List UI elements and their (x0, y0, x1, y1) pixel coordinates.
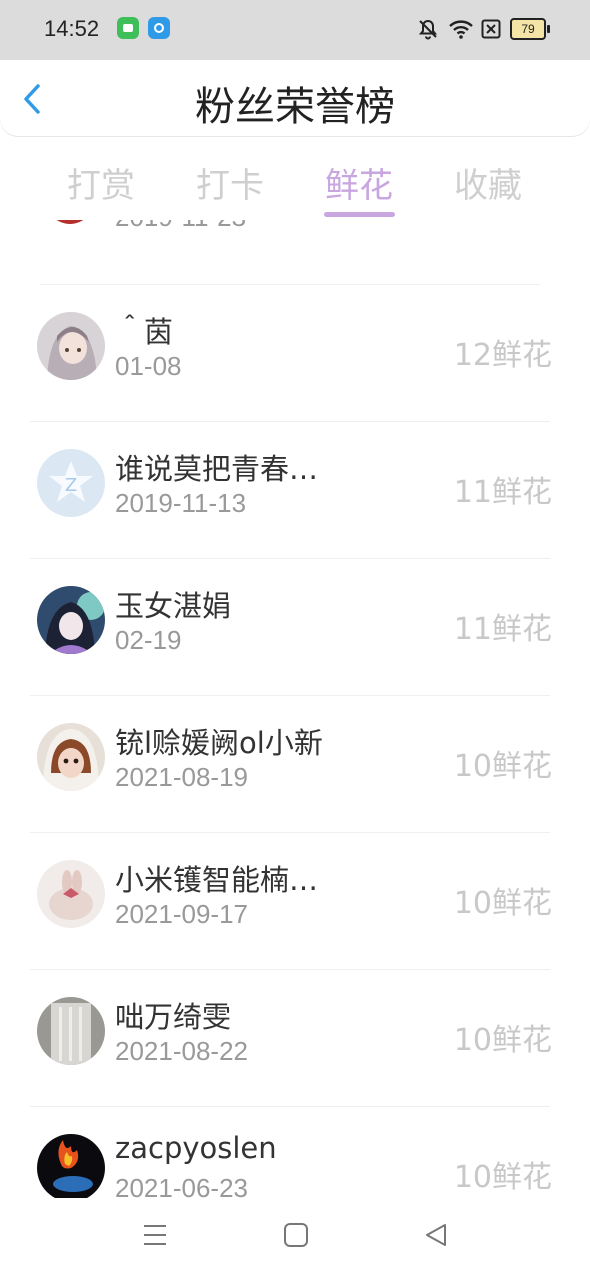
avatar: Z (37, 449, 105, 517)
list-item[interactable]: 2019-11-23 (0, 220, 590, 242)
battery-icon: 79 (510, 18, 550, 40)
home-icon[interactable] (283, 1222, 309, 1248)
status-time: 14:52 (44, 16, 100, 41)
list-item[interactable]: 咄万绮雯 2021-08-22 10鲜花 (0, 970, 590, 1107)
fan-date: 01-08 (115, 351, 182, 381)
tab-tips[interactable]: 打赏 (51, 158, 151, 207)
avatar (37, 312, 105, 380)
avatar (37, 1134, 105, 1198)
browser-app-icon (148, 17, 170, 39)
mute-bell-icon (418, 19, 438, 40)
tab-checkin[interactable]: 打卡 (180, 158, 280, 207)
fan-name: 谁说莫把青春… (115, 452, 319, 486)
page-header: 粉丝荣誉榜 (0, 60, 590, 136)
fan-name: ＾茵 (115, 315, 174, 349)
flower-count: 11鲜花 (453, 612, 552, 647)
list-item[interactable]: 玉女湛娟 02-19 11鲜花 (0, 559, 590, 696)
fan-date: 2019-11-23 (115, 220, 246, 233)
flower-count: 10鲜花 (453, 886, 552, 921)
avatar (37, 860, 105, 928)
flower-count: 10鲜花 (453, 1160, 552, 1195)
list-item[interactable]: 小米镬智能楠… 2021-09-17 10鲜花 (0, 833, 590, 970)
menu-icon[interactable] (142, 1222, 168, 1248)
list-item[interactable]: Z 谁说莫把青春… 2019-11-13 11鲜花 (0, 422, 590, 559)
fan-date: 2021-09-17 (115, 899, 248, 929)
list-item[interactable]: ＾茵 01-08 12鲜花 (0, 285, 590, 422)
fan-date: 2021-06-23 (115, 1173, 248, 1198)
fan-date: 2021-08-19 (115, 762, 248, 792)
fan-name: 咄万绮雯 (115, 1000, 232, 1034)
page-title: 粉丝荣誉榜 (195, 84, 395, 130)
fan-name: 玉女湛娟 (115, 589, 232, 623)
avatar (46, 220, 94, 224)
fan-date: 2021-08-22 (115, 1036, 248, 1066)
active-tab-indicator (324, 212, 395, 217)
wifi-icon (449, 20, 473, 39)
avatar (37, 586, 105, 654)
fan-name: 小米镬智能楠… (115, 863, 319, 897)
fan-date: 02-19 (115, 625, 182, 655)
svg-text:Z: Z (65, 475, 77, 496)
back-triangle-icon[interactable] (423, 1222, 449, 1248)
flower-count: 10鲜花 (453, 1023, 552, 1058)
fan-name: 铳l赊媛阙ol小新 (115, 726, 323, 760)
avatar (37, 723, 105, 791)
flower-count: 11鲜花 (453, 475, 552, 510)
fan-date: 2019-11-13 (115, 488, 247, 518)
flower-count: 12鲜花 (453, 338, 552, 373)
avatar (37, 997, 105, 1065)
fan-list[interactable]: 2019-11-23 ＾茵 01-08 12鲜花 Z 谁说莫把青春… (0, 220, 590, 1198)
list-item[interactable]: zacpyoslen 2021-06-23 10鲜花 (0, 1107, 590, 1198)
no-sim-icon (481, 19, 501, 39)
status-bar: 14:52 79 (0, 0, 590, 60)
tab-flowers[interactable]: 鲜花 (309, 158, 409, 207)
flower-count: 10鲜花 (453, 749, 552, 784)
fan-name: zacpyoslen (115, 1131, 277, 1165)
list-item[interactable]: 铳l赊媛阙ol小新 2021-08-19 10鲜花 (0, 696, 590, 833)
system-nav-bar (0, 1198, 590, 1280)
tab-favorites[interactable]: 收藏 (438, 158, 538, 207)
shopping-app-icon (117, 17, 139, 39)
tab-bar: 打赏 打卡 鲜花 收藏 (0, 150, 590, 220)
